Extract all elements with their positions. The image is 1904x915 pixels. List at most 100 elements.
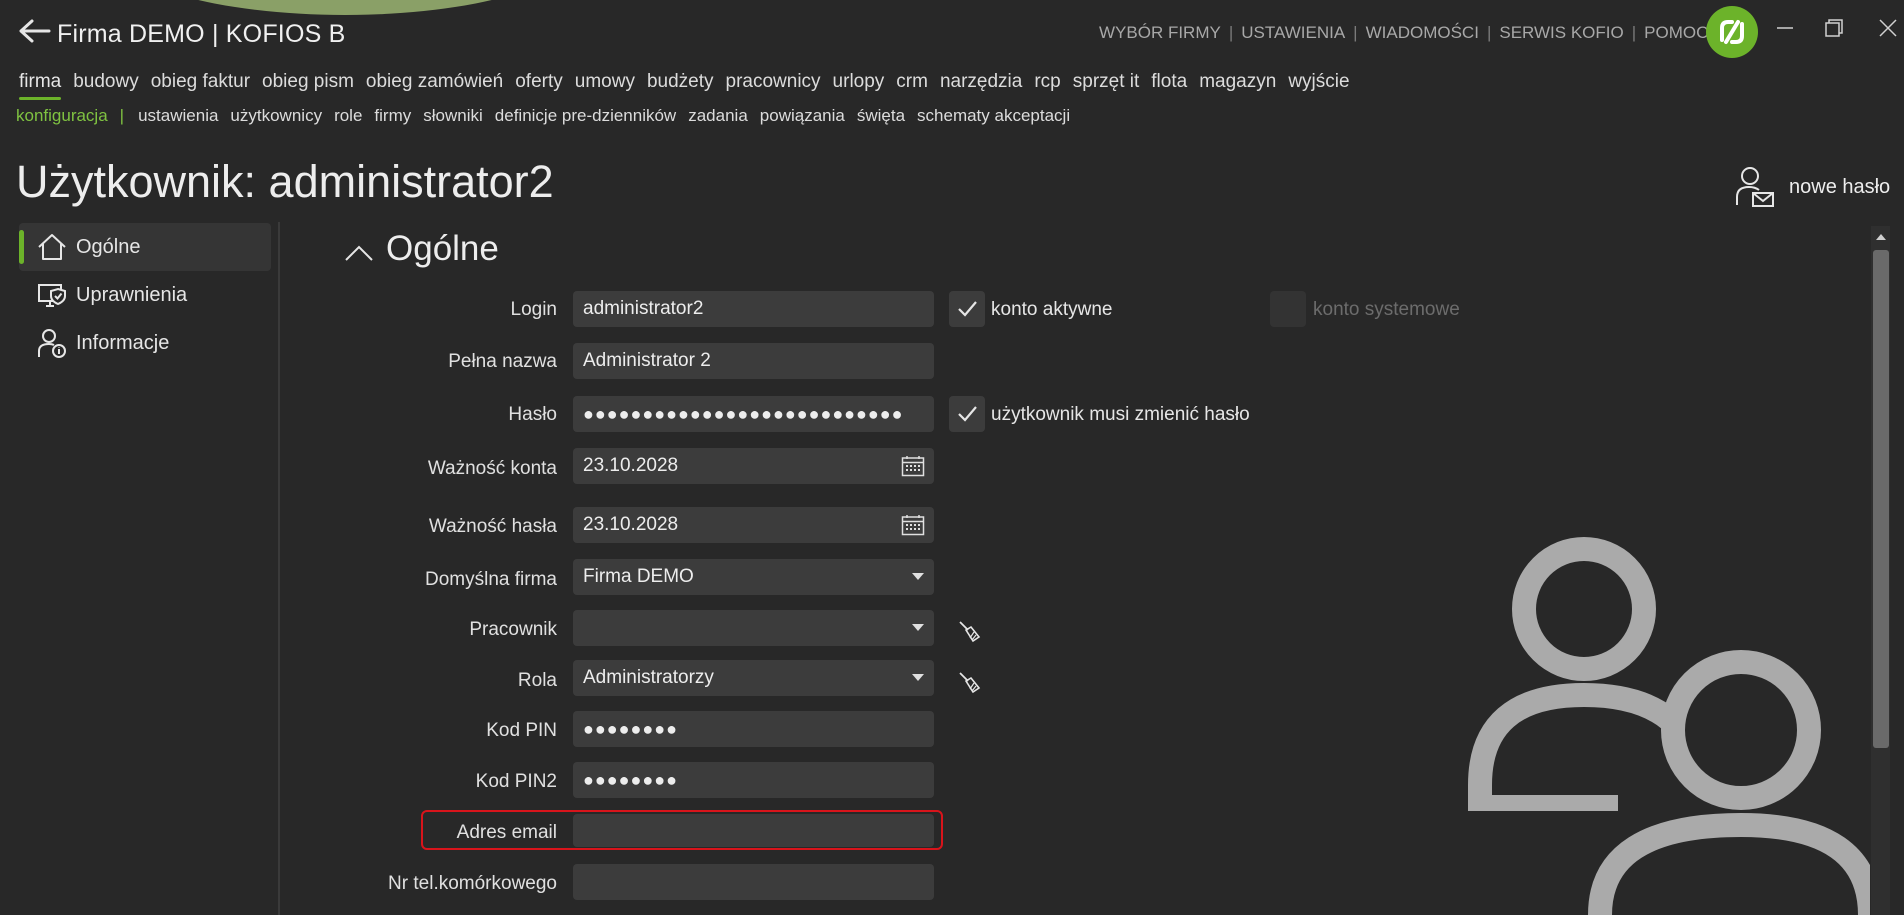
employee-label: Pracownik [469,619,557,640]
login-field[interactable]: administrator2 [573,291,934,327]
role-label: Rola [517,670,557,691]
user-group-avatar-icon [1468,537,1870,915]
password-field[interactable]: ●●●●●●●●●●●●●●●●●●●●●●●●●●● [573,396,934,432]
default-company-value: Firma DEMO [583,566,694,587]
clear-broom-icon[interactable] [957,670,983,696]
nav-magazyn[interactable]: magazyn [1199,71,1276,93]
menu-settings[interactable]: USTAWIENIA [1241,23,1345,43]
app-title: Firma DEMO | KOFIOS B [57,20,346,48]
pin-value: ●●●●●●●● [583,718,678,739]
subnav-definicje[interactable]: definicje pre-dzienników [495,106,676,126]
close-icon[interactable] [1868,14,1904,42]
employee-select[interactable] [573,610,934,646]
nav-obieg-zamowien[interactable]: obieg zamówień [366,71,503,93]
system-account-checkbox[interactable] [1270,291,1306,327]
checkmark-icon [958,301,977,317]
menu-help[interactable]: POMOC [1644,23,1708,43]
calendar-icon[interactable] [901,514,925,536]
minimize-icon[interactable] [1767,14,1803,42]
must-change-password-label: użytkownik musi zmienić hasło [991,404,1250,425]
section-title: Ogólne [386,229,499,268]
nav-sprzet-it[interactable]: sprzęt it [1073,71,1140,93]
nav-budzety[interactable]: budżety [647,71,714,93]
password-validity-field[interactable]: 23.10.2028 [573,507,934,543]
selection-indicator [19,230,24,264]
header-decoration [110,0,580,15]
full-name-field[interactable]: Administrator 2 [573,343,934,379]
logo-icon [1720,20,1744,44]
scrollbar-thumb[interactable] [1873,250,1889,748]
user-mail-icon [1736,167,1774,207]
sidebar-item-label: Ogólne [76,235,141,258]
account-active-checkbox[interactable] [949,291,985,327]
subnav-uzytkownicy[interactable]: użytkownicy [230,106,322,126]
nav-wyjscie[interactable]: wyjście [1288,71,1349,93]
password-validity-value: 23.10.2028 [583,514,679,535]
role-value: Administratorzy [583,667,714,688]
nav-urlopy[interactable]: urlopy [833,71,885,93]
subnav-konfiguracja[interactable]: konfiguracja [16,106,108,126]
menu-messages[interactable]: WIADOMOŚCI [1366,23,1479,43]
dropdown-arrow-icon [912,674,924,681]
kofio-logo[interactable] [1706,6,1758,58]
nav-crm[interactable]: crm [896,71,928,93]
nav-firma[interactable]: firma [19,71,62,100]
account-validity-field[interactable]: 23.10.2028 [573,448,934,484]
pin-field[interactable]: ●●●●●●●● [573,711,934,747]
email-label: Adres email [456,822,557,843]
clear-broom-icon[interactable] [957,619,983,645]
default-company-select[interactable]: Firma DEMO [573,559,934,595]
primary-nav: firma budowy obieg faktur obieg pism obi… [19,71,1350,100]
nav-flota[interactable]: flota [1151,71,1187,93]
full-name-value: Administrator 2 [583,350,711,371]
must-change-password-checkbox[interactable] [949,396,985,432]
sidebar-item-informacje[interactable]: Informacje [19,319,271,367]
new-password-label: nowe hasło [1789,175,1891,198]
role-select[interactable]: Administratorzy [573,660,934,696]
calendar-icon[interactable] [901,455,925,477]
login-label: Login [510,299,558,320]
nav-pracownicy[interactable]: pracownicy [726,71,821,93]
mobile-field[interactable] [573,864,934,900]
scroll-up-arrow-icon[interactable] [1873,230,1889,244]
subnav-role[interactable]: role [334,106,362,126]
checkmark-icon [958,406,977,422]
full-name-label: Pełna nazwa [448,351,557,372]
sidebar-divider [278,222,280,915]
email-field[interactable] [573,814,934,847]
nav-narzedzia[interactable]: narzędzia [940,71,1022,93]
back-arrow-icon[interactable] [16,16,52,46]
nav-obieg-pism[interactable]: obieg pism [262,71,354,93]
password-label: Hasło [508,404,557,425]
subnav-slowniki[interactable]: słowniki [423,106,483,126]
restore-icon[interactable] [1815,14,1851,42]
dropdown-arrow-icon [912,624,924,631]
subnav-schematy[interactable]: schematy akceptacji [917,106,1070,126]
menu-service[interactable]: SERWIS KOFIO [1499,23,1623,43]
dropdown-arrow-icon [912,573,924,580]
user-info-icon [38,329,66,358]
subnav-powiazania[interactable]: powiązania [760,106,845,126]
menu-company-select[interactable]: WYBÓR FIRMY [1099,23,1221,43]
new-password-button[interactable]: nowe hasło [1735,165,1890,209]
account-validity-label: Ważność konta [427,458,557,479]
nav-oferty[interactable]: oferty [515,71,563,93]
sidebar-item-ogolne[interactable]: Ogólne [19,223,271,271]
nav-rcp[interactable]: rcp [1034,71,1060,93]
subnav-zadania[interactable]: zadania [688,106,748,126]
subnav-swieta[interactable]: święta [857,106,905,126]
sidebar-item-uprawnienia[interactable]: Uprawnienia [19,271,271,319]
monitor-shield-icon [38,284,66,307]
mobile-label: Nr tel.komórkowego [388,873,557,894]
subnav-ustawienia[interactable]: ustawienia [138,106,218,126]
nav-umowy[interactable]: umowy [575,71,635,93]
pin2-field[interactable]: ●●●●●●●● [573,762,934,798]
nav-budowy[interactable]: budowy [73,71,139,93]
nav-obieg-faktur[interactable]: obieg faktur [151,71,250,93]
home-icon [38,234,66,260]
chevron-up-icon[interactable] [343,240,375,264]
pin2-label: Kod PIN2 [475,771,557,792]
subnav-firmy[interactable]: firmy [374,106,411,126]
default-company-label: Domyślna firma [425,569,557,590]
sidebar-item-label: Uprawnienia [76,283,188,306]
